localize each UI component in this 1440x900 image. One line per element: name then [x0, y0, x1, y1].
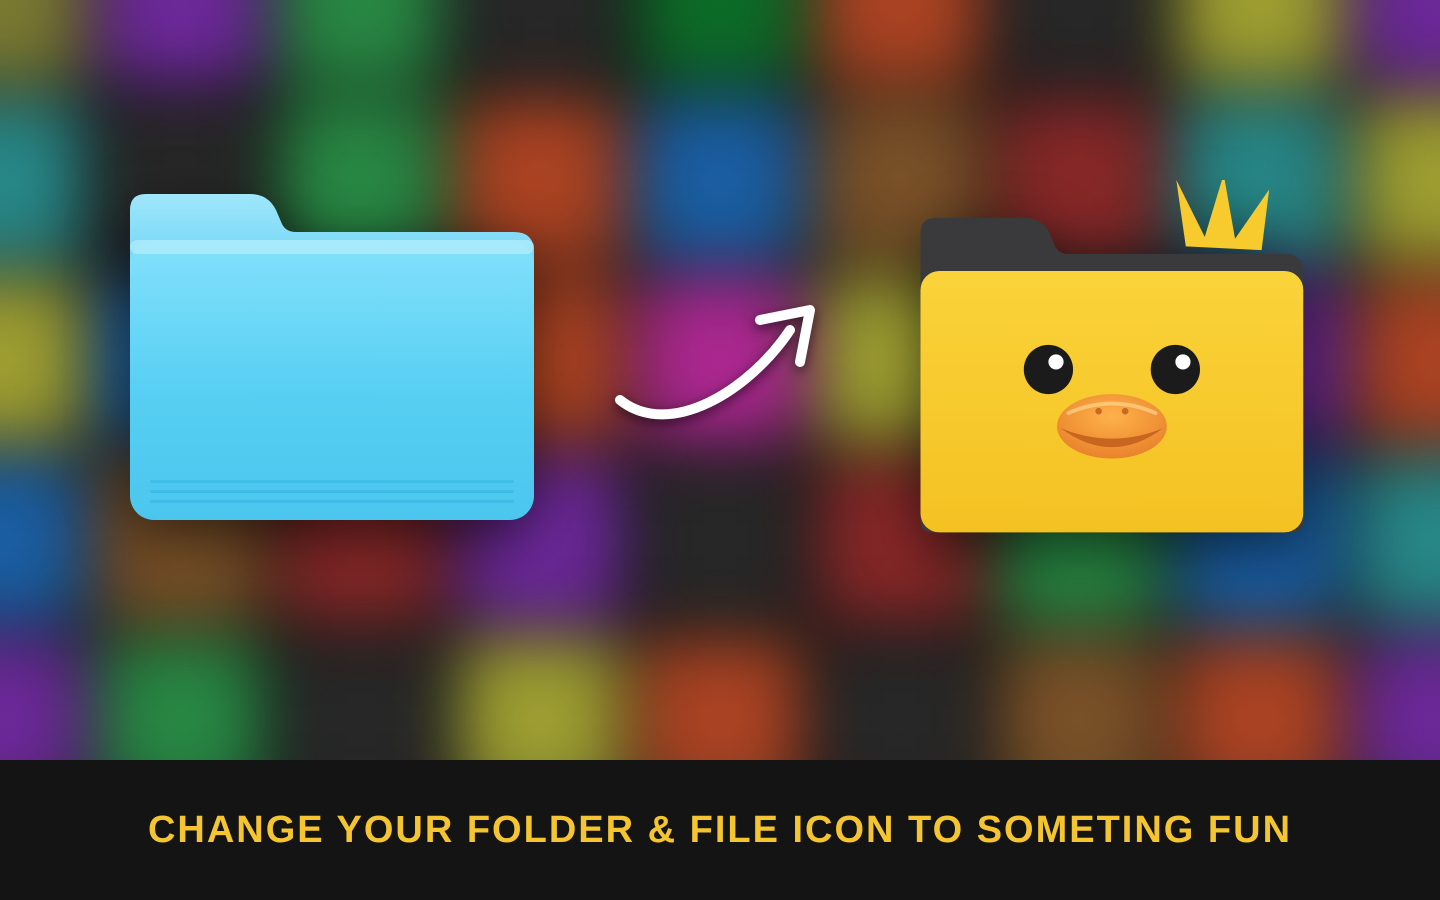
arrow-icon — [610, 270, 830, 450]
hero-row — [0, 150, 1440, 570]
bg-swatch — [1178, 0, 1340, 82]
transform-arrow — [610, 270, 830, 450]
bg-swatch — [1358, 0, 1440, 82]
bg-swatch — [459, 0, 621, 82]
blue-folder-icon — [110, 180, 550, 540]
bg-swatch — [819, 0, 981, 82]
bg-swatch — [100, 0, 262, 82]
caption-text: CHANGE YOUR FOLDER & FILE ICON TO SOMETI… — [148, 809, 1292, 852]
bg-swatch — [639, 0, 801, 82]
default-folder-icon — [110, 180, 550, 540]
bg-swatch — [0, 0, 82, 82]
promo-stage: CHANGE YOUR FOLDER & FILE ICON TO SOMETI… — [0, 0, 1440, 900]
caption-bar: CHANGE YOUR FOLDER & FILE ICON TO SOMETI… — [0, 760, 1440, 900]
duck-folder-icon — [890, 180, 1330, 540]
bg-swatch — [999, 0, 1161, 82]
custom-folder-icon — [890, 180, 1330, 540]
bg-swatch — [280, 0, 442, 82]
